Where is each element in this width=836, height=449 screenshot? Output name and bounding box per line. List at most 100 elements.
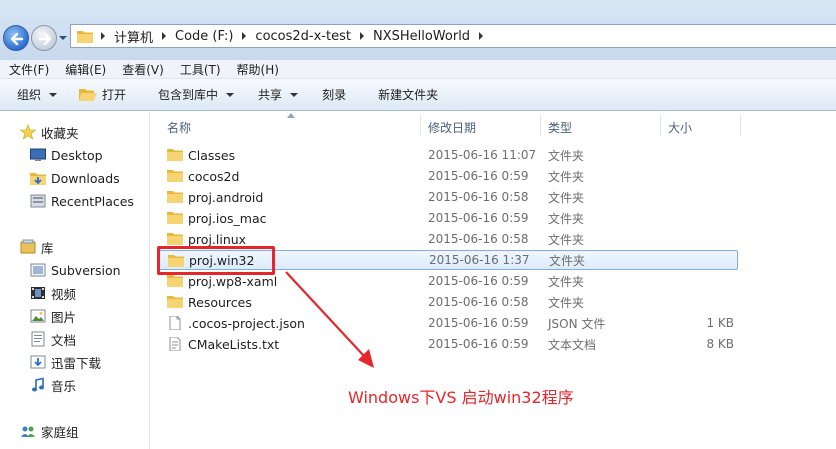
nav-videos-label: 视频 (51, 286, 77, 302)
nav-videos[interactable]: 视频 (30, 283, 76, 303)
file-row[interactable]: proj.android 2015-06-16 0:58 文件夹 (158, 187, 738, 207)
chevron-right-icon[interactable] (479, 32, 484, 40)
breadcrumb-item-current[interactable]: NXSHelloWorld (359, 29, 492, 44)
file-row[interactable]: .cocos-project.json 2015-06-16 0:59 JSON… (158, 313, 738, 333)
file-type: 文件夹 (548, 274, 585, 289)
column-divider[interactable] (540, 114, 541, 136)
menu-file[interactable]: 文件(F) (0, 61, 56, 78)
file-size: 8 KB (706, 337, 734, 351)
new-folder-button[interactable]: 新建文件夹 (369, 83, 447, 107)
menu-edit[interactable]: 编辑(E) (56, 61, 113, 78)
nav-homegroup[interactable]: 家庭组 (20, 421, 79, 441)
nav-recent-label: RecentPlaces (51, 193, 134, 209)
file-type: 文件夹 (548, 232, 585, 247)
file-row[interactable]: Resources 2015-06-16 0:58 文件夹 (158, 292, 738, 312)
navigation-pane: 收藏夹 Desktop Downloads RecentPlaces 库 Sub… (0, 112, 150, 449)
back-arrow-icon (10, 32, 24, 46)
open-button[interactable]: 打开 (70, 83, 135, 107)
chevron-down-icon (290, 92, 299, 97)
homegroup-icon (21, 426, 35, 437)
nav-libraries-label: 库 (41, 240, 54, 256)
file-date: 2015-06-16 0:58 (428, 232, 529, 246)
video-icon (31, 287, 45, 299)
column-header-name[interactable]: 名称 (167, 119, 191, 136)
file-type: 文件夹 (548, 211, 585, 226)
file-size: 1 KB (706, 316, 734, 330)
breadcrumb[interactable]: 计算机 Code (F:) cocos2d-x-test NXSHelloWor… (70, 24, 836, 48)
command-bar: 组织 打开 包含到库中 共享 刻录 新建文件夹 (0, 79, 836, 111)
menu-tools[interactable]: 工具(T) (171, 61, 228, 78)
folder-icon (167, 191, 183, 203)
folder-icon (167, 149, 183, 161)
breadcrumb-item-project-root[interactable]: cocos2d-x-test (242, 29, 360, 44)
folder-icon (167, 275, 183, 287)
nav-downloads[interactable]: Downloads (30, 168, 120, 188)
menu-help[interactable]: 帮助(H) (228, 61, 286, 78)
forward-button[interactable] (31, 25, 57, 51)
include-in-library-button[interactable]: 包含到库中 (149, 83, 243, 107)
history-dropdown-icon[interactable] (59, 34, 67, 42)
nav-downloads-label: Downloads (51, 170, 120, 186)
file-date: 2015-06-16 0:59 (428, 337, 529, 351)
column-divider[interactable] (660, 114, 661, 136)
menu-view[interactable]: 查看(V) (113, 61, 171, 78)
breadcrumb-item-drive[interactable]: Code (F:) (162, 29, 242, 44)
chevron-right-icon (359, 32, 364, 40)
folder-icon (167, 212, 183, 224)
file-row[interactable]: CMakeLists.txt 2015-06-16 0:59 文本文档 8 KB (158, 334, 738, 354)
column-header-type[interactable]: 类型 (548, 119, 572, 136)
file-date: 2015-06-16 0:59 (428, 169, 529, 183)
back-button[interactable] (3, 25, 29, 51)
nav-homegroup-label: 家庭组 (41, 424, 79, 440)
file-row[interactable]: cocos2d 2015-06-16 0:59 文件夹 (158, 166, 738, 186)
nav-libraries[interactable]: 库 (20, 237, 54, 257)
file-name: CMakeLists.txt (188, 336, 280, 352)
file-row[interactable]: proj.ios_mac 2015-06-16 0:59 文件夹 (158, 208, 738, 228)
column-header-size[interactable]: 大小 (668, 119, 692, 136)
pictures-icon (30, 309, 46, 323)
nav-documents[interactable]: 文档 (30, 329, 76, 349)
file-name: proj.android (188, 189, 264, 205)
chevron-right-icon (242, 32, 247, 40)
annotation-highlight-box (157, 246, 275, 275)
nav-pictures[interactable]: 图片 (30, 306, 76, 326)
file-name: proj.wp8-xaml (188, 273, 278, 289)
share-button[interactable]: 共享 (249, 83, 307, 107)
column-divider[interactable] (740, 114, 741, 136)
nav-music[interactable]: 音乐 (30, 375, 76, 395)
nav-subversion[interactable]: Subversion (30, 260, 121, 280)
breadcrumb-item-computer[interactable]: 计算机 (101, 27, 162, 46)
file-row[interactable]: Classes 2015-06-16 11:07 文件夹 (158, 145, 738, 165)
nav-recent-places[interactable]: RecentPlaces (30, 191, 134, 211)
column-header-modified[interactable]: 修改日期 (428, 119, 476, 136)
library-icon (20, 239, 36, 254)
organize-button[interactable]: 组织 (8, 83, 66, 107)
file-name: Classes (188, 147, 236, 163)
file-date: 2015-06-16 0:59 (428, 211, 529, 225)
file-type: JSON 文件 (548, 316, 606, 331)
nav-xunlei-downloads[interactable]: 迅雷下载 (30, 352, 101, 372)
file-type: 文本文档 (548, 337, 597, 352)
breadcrumb-label: cocos2d-x-test (255, 28, 351, 44)
open-folder-icon (79, 88, 98, 101)
annotation-arrow-icon (285, 271, 374, 368)
file-icon (169, 316, 181, 330)
open-label: 打开 (102, 88, 127, 102)
organize-label: 组织 (17, 88, 42, 102)
column-divider[interactable] (420, 114, 421, 136)
burn-button[interactable]: 刻录 (313, 83, 355, 107)
file-date: 2015-06-16 0:58 (428, 295, 529, 309)
share-label: 共享 (258, 88, 283, 102)
nav-favorites[interactable]: 收藏夹 (20, 122, 79, 142)
menu-bar: 文件(F) 编辑(E) 查看(V) 工具(T) 帮助(H) (0, 60, 836, 79)
file-type: 文件夹 (549, 253, 586, 268)
breadcrumb-label: Code (F:) (175, 28, 234, 44)
nav-desktop[interactable]: Desktop (30, 145, 103, 165)
chevron-down-icon (49, 92, 58, 97)
sort-ascending-icon (287, 113, 295, 118)
file-name: cocos2d (188, 168, 240, 184)
include-library-label: 包含到库中 (158, 88, 219, 102)
desktop-icon (30, 148, 46, 161)
nav-music-label: 音乐 (51, 378, 77, 394)
burn-label: 刻录 (322, 88, 347, 102)
